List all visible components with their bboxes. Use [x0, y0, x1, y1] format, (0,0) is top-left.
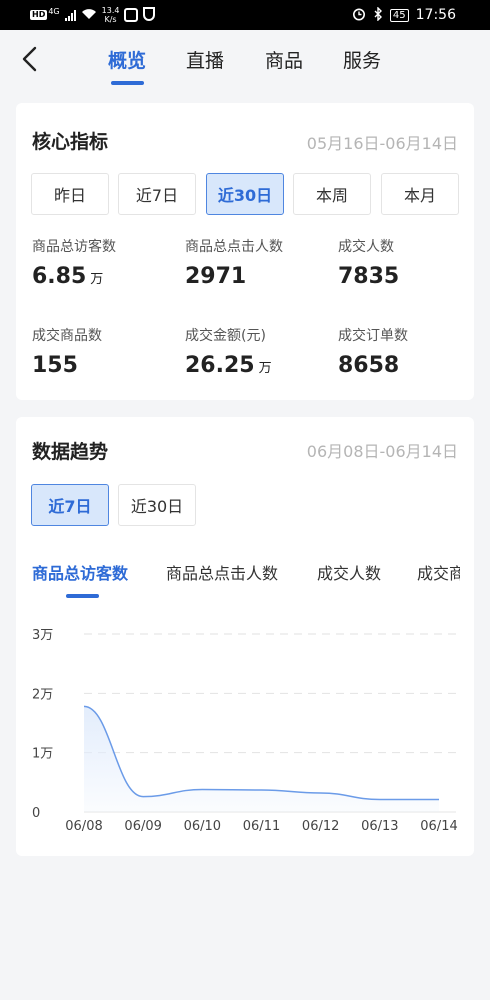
network-speed: 13.4 K/s	[102, 6, 120, 24]
x-tick-label: 06/10	[184, 819, 221, 834]
chevron-left-icon	[22, 46, 37, 72]
x-tick-label: 06/14	[420, 819, 457, 834]
back-button[interactable]	[16, 44, 46, 74]
speed-unit: K/s	[104, 15, 117, 24]
battery-icon: 45	[389, 8, 409, 22]
trend-chart: 0 1万 2万 3万 06/08 06/09 06/10 06/11 06/12 06/13 06/…	[32, 628, 458, 834]
metric-value: 6.85	[32, 264, 87, 289]
tab-overview[interactable]: 概览	[108, 46, 146, 73]
x-tick-label: 06/09	[124, 819, 161, 834]
period-yesterday-button[interactable]: 昨日	[31, 173, 109, 215]
trend-date-range: 06月08日-06月14日	[306, 442, 458, 461]
trend-title: 数据趋势	[32, 441, 109, 463]
core-metrics-card: 核心指标 05月16日-06月14日 昨日 近7日 近30日 本周 本月 商品总…	[16, 103, 474, 400]
metric-buyers: 成交人数 7835	[338, 236, 488, 289]
metric-unit: 万	[90, 272, 104, 287]
app-notification-icon	[124, 8, 139, 22]
top-nav: 概览 直播 商品 服务	[0, 30, 490, 94]
y-tick-label: 1万	[32, 747, 53, 762]
y-tick-label: 0	[32, 806, 40, 821]
tab-products[interactable]: 商品	[265, 46, 303, 73]
metric-tab-buyers[interactable]: 成交人数	[317, 560, 381, 584]
metric-label: 商品总访客数	[32, 239, 116, 255]
y-tick-label: 2万	[32, 687, 53, 702]
metric-visitors: 商品总访客数 6.85 万	[32, 236, 182, 289]
trend-period-30d-button[interactable]: 近30日	[118, 484, 196, 526]
core-metrics-title: 核心指标	[32, 131, 109, 153]
trend-card: 数据趋势 06月08日-06月14日 近7日 近30日 商品总访客数 商品总点击…	[16, 417, 474, 856]
metric-value-wrap: 2971	[185, 264, 335, 289]
metric-unit: 万	[258, 361, 272, 376]
status-bar: HD 4G 13.4 K/s 45 17:56	[0, 0, 490, 30]
bluetooth-icon	[373, 5, 383, 24]
metric-tab-clicks[interactable]: 商品总点击人数	[166, 560, 278, 584]
metric-value-wrap: 155	[32, 353, 182, 378]
x-tick-label: 06/11	[243, 819, 280, 834]
metric-label: 成交商品数	[32, 328, 102, 344]
metric-value-wrap: 8658	[338, 353, 488, 378]
period-week-button[interactable]: 本周	[293, 173, 371, 215]
shield-icon	[143, 6, 156, 24]
period-30d-button[interactable]: 近30日	[206, 173, 284, 215]
metric-items-sold: 成交商品数 155	[32, 325, 182, 378]
metric-value-wrap: 26.25 万	[185, 353, 335, 378]
metric-label: 成交订单数	[338, 328, 408, 344]
hd-badge: HD	[30, 10, 48, 20]
alarm-icon	[352, 7, 366, 24]
metric-value: 8658	[338, 353, 400, 378]
metric-label: 商品总点击人数	[185, 239, 283, 255]
network-type: 4G	[48, 6, 60, 16]
tab-service[interactable]: 服务	[343, 46, 381, 73]
trend-period-7d-button[interactable]: 近7日	[31, 484, 109, 526]
metric-value-wrap: 7835	[338, 264, 488, 289]
period-month-button[interactable]: 本月	[381, 173, 459, 215]
signal-icon	[64, 9, 76, 21]
active-metric-indicator	[66, 594, 99, 598]
metric-value-wrap: 6.85 万	[32, 264, 182, 289]
x-tick-label: 06/08	[65, 819, 102, 834]
y-tick-label: 3万	[32, 628, 53, 643]
x-tick-label: 06/12	[302, 819, 339, 834]
active-tab-indicator	[111, 81, 144, 85]
metric-orders: 成交订单数 8658	[338, 325, 488, 378]
metric-value: 155	[32, 353, 78, 378]
wifi-icon	[81, 8, 97, 23]
metric-label: 成交人数	[338, 239, 394, 255]
area-fill	[84, 706, 439, 812]
metric-value: 26.25	[185, 353, 255, 378]
speed-value: 13.4	[101, 6, 120, 15]
clock: 17:56	[415, 7, 456, 23]
x-tick-label: 06/13	[361, 819, 398, 834]
metric-tab-visitors[interactable]: 商品总访客数	[32, 560, 128, 584]
metric-revenue: 成交金额(元) 26.25 万	[185, 325, 335, 378]
metric-value: 2971	[185, 264, 247, 289]
tab-live[interactable]: 直播	[186, 46, 224, 73]
metric-label: 成交金额(元)	[185, 328, 266, 344]
metric-clicks: 商品总点击人数 2971	[185, 236, 335, 289]
core-date-range: 05月16日-06月14日	[306, 134, 458, 153]
metric-tab-items-sold[interactable]: 成交商品数	[417, 560, 460, 584]
period-7d-button[interactable]: 近7日	[118, 173, 196, 215]
metric-value: 7835	[338, 264, 400, 289]
